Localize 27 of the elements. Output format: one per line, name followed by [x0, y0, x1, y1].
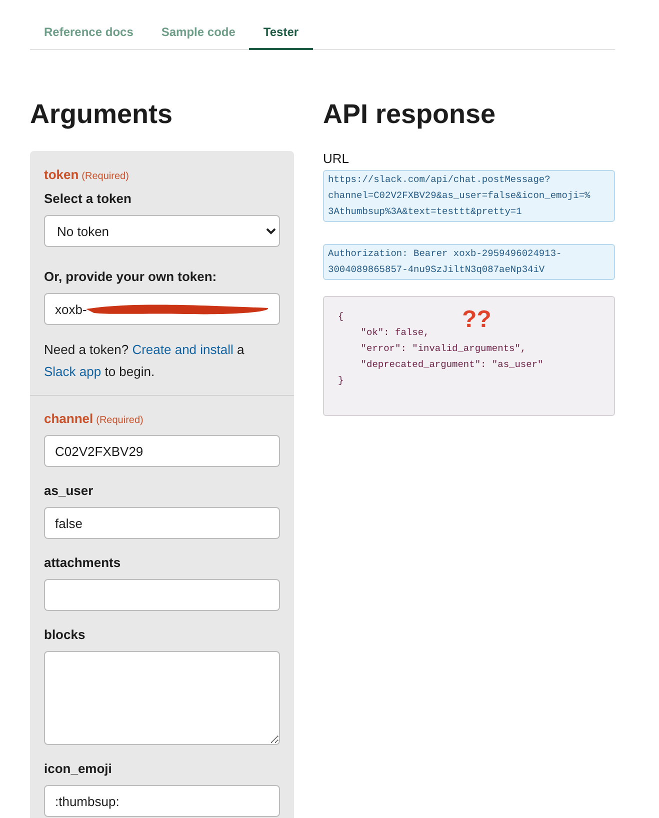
argument-name: attachments [44, 555, 121, 570]
tab[interactable]: Tester [249, 18, 313, 50]
token-select[interactable]: No token [44, 215, 280, 247]
url-label: URL [323, 151, 350, 166]
argument-name: blocks [44, 627, 86, 642]
required-note: (Required) [96, 415, 144, 426]
input-field[interactable]: C02V2FXBV29 [44, 435, 280, 467]
argument-name: channel [44, 411, 94, 426]
input-field[interactable] [44, 579, 280, 611]
link[interactable]: Create and install [132, 342, 234, 357]
authorization-header: Authorization: Bearer xoxb-2959496024913- 3004089865857-4nu9SzJiltN3q087aeNp34iV [323, 244, 615, 280]
input-field[interactable] [44, 651, 280, 745]
json-response: { "ok": false, "error": "invalid_arguments", "deprecated_argument": "as_user" } ?? [323, 296, 615, 416]
input-field[interactable]: false [44, 507, 280, 539]
link[interactable]: Slack app [44, 364, 102, 379]
section-title: Arguments [30, 98, 174, 130]
field-label: Or, provide your own token: [44, 269, 218, 284]
request-url: https://slack.com/api/chat.postMessage? channel=C02V2FXBV29&as_user=false&icon_emoji=% 3Athumbsup%3A&text=testtt&pretty=1 [323, 170, 615, 222]
required-note: (Required) [82, 171, 129, 182]
argument-name: icon_emoji [44, 761, 112, 776]
section-title: API response [323, 98, 497, 130]
field-label: Select a token [44, 191, 132, 206]
annotation-text: ?? [462, 307, 492, 333]
input-field[interactable]: :thumbsup: [44, 785, 280, 817]
argument-name: token [44, 167, 79, 182]
help-text: Need a token? Create and install a Slack app to begin. [44, 341, 246, 381]
argument-name: as_user [44, 483, 94, 498]
